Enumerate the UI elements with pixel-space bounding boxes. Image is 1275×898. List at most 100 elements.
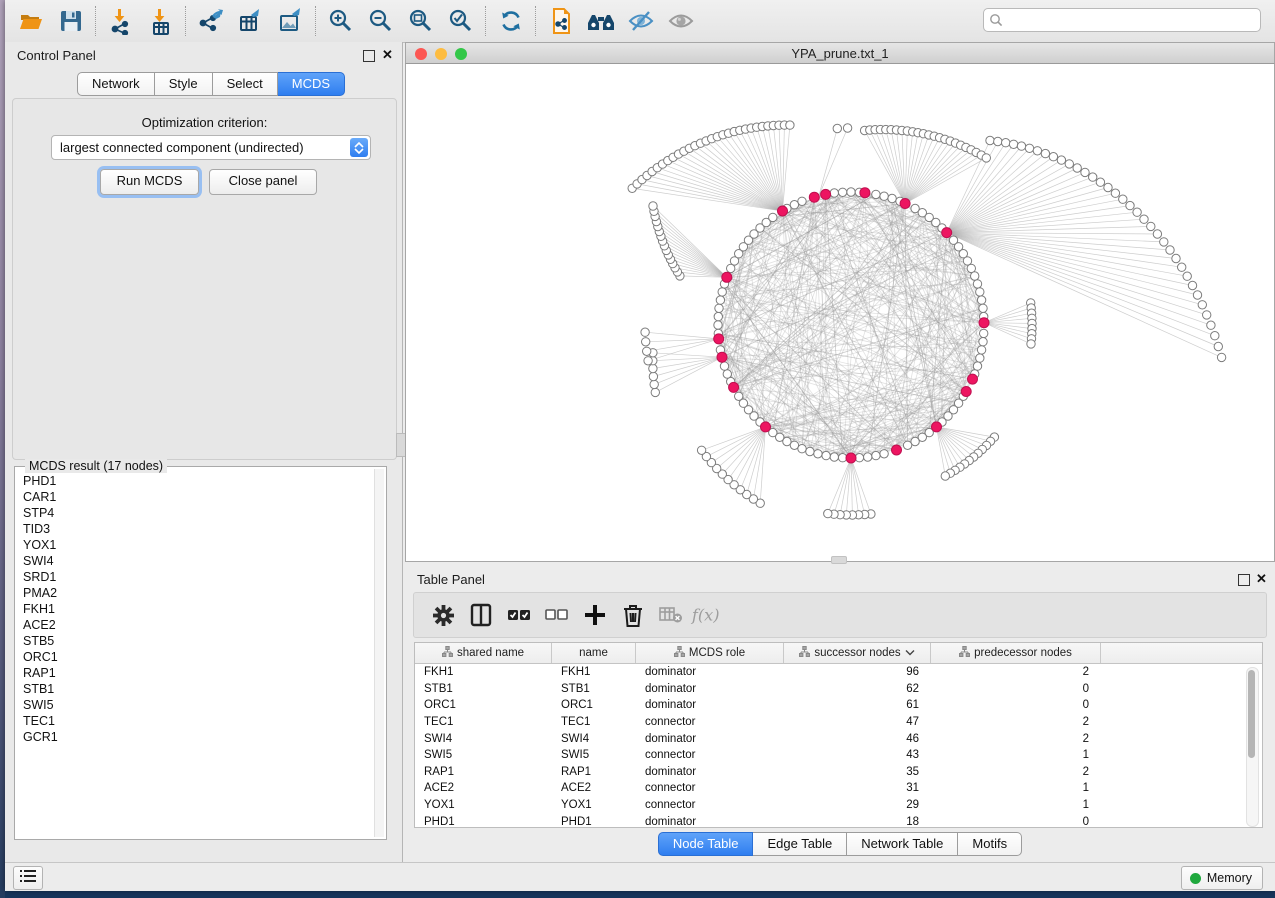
tab-select[interactable]: Select <box>213 72 278 96</box>
column-header-shared-name[interactable]: shared name <box>415 643 552 663</box>
cell-name[interactable]: PHD1 <box>552 816 636 828</box>
column-header-predecessor-nodes[interactable]: predecessor nodes <box>931 643 1101 663</box>
save-session-icon[interactable] <box>51 5 91 37</box>
cell-name[interactable]: RAP1 <box>552 766 636 778</box>
network-window-titlebar[interactable]: YPA_prune.txt_1 <box>405 42 1275 64</box>
cell-predecessor_nodes[interactable]: 0 <box>931 816 1101 828</box>
import-network-icon[interactable] <box>101 5 141 37</box>
search-input[interactable] <box>983 8 1261 32</box>
cell-predecessor_nodes[interactable]: 1 <box>931 782 1101 794</box>
close-panel-button[interactable]: Close panel <box>209 169 317 195</box>
export-network-icon[interactable] <box>191 5 231 37</box>
add-column-icon[interactable] <box>576 598 614 632</box>
delete-column-icon[interactable] <box>614 598 652 632</box>
zoom-in-icon[interactable] <box>321 5 361 37</box>
table-row[interactable]: SWI5SWI5connector431 <box>415 747 1262 764</box>
mcds-result-item[interactable]: PHD1 <box>17 473 374 489</box>
table-tab-network-table[interactable]: Network Table <box>847 832 958 856</box>
cell-successor_nodes[interactable]: 29 <box>784 799 931 811</box>
mcds-result-item[interactable]: ACE2 <box>17 617 374 633</box>
cell-mcds_role[interactable]: connector <box>636 716 784 728</box>
table-row[interactable]: PHD1PHD1dominator180 <box>415 813 1262 830</box>
cell-predecessor_nodes[interactable]: 0 <box>931 699 1101 711</box>
cell-predecessor_nodes[interactable]: 2 <box>931 716 1101 728</box>
column-header-name[interactable]: name <box>552 643 636 663</box>
cell-shared_name[interactable]: ACE2 <box>415 782 552 794</box>
mcds-result-item[interactable]: SWI5 <box>17 697 374 713</box>
table-row[interactable]: ORC1ORC1dominator610 <box>415 697 1262 714</box>
file-network-icon[interactable] <box>541 5 581 37</box>
cell-name[interactable]: ORC1 <box>552 699 636 711</box>
cell-shared_name[interactable]: YOX1 <box>415 799 552 811</box>
column-pane-icon[interactable] <box>462 598 500 632</box>
cell-mcds_role[interactable]: dominator <box>636 733 784 745</box>
cell-predecessor_nodes[interactable]: 1 <box>931 749 1101 761</box>
mcds-result-item[interactable]: STB5 <box>17 633 374 649</box>
table-row[interactable]: RAP1RAP1dominator352 <box>415 764 1262 781</box>
cell-shared_name[interactable]: RAP1 <box>415 766 552 778</box>
cell-successor_nodes[interactable]: 31 <box>784 782 931 794</box>
network-canvas[interactable] <box>405 64 1275 562</box>
cell-successor_nodes[interactable]: 18 <box>784 816 931 828</box>
node-table[interactable]: shared namenameMCDS rolesuccessor nodesp… <box>414 642 1263 828</box>
column-header-MCDS-role[interactable]: MCDS role <box>636 643 784 663</box>
zoom-selected-icon[interactable] <box>441 5 481 37</box>
zoom-out-icon[interactable] <box>361 5 401 37</box>
mcds-result-item[interactable]: ORC1 <box>17 649 374 665</box>
mcds-result-item[interactable]: CAR1 <box>17 489 374 505</box>
cell-shared_name[interactable]: ORC1 <box>415 699 552 711</box>
cell-mcds_role[interactable]: connector <box>636 749 784 761</box>
horizontal-splitter-handle[interactable] <box>831 556 847 564</box>
close-panel-icon[interactable]: ✕ <box>382 47 393 63</box>
mcds-result-item[interactable]: FKH1 <box>17 601 374 617</box>
cell-shared_name[interactable]: PHD1 <box>415 816 552 828</box>
table-tab-motifs[interactable]: Motifs <box>958 832 1022 856</box>
cell-successor_nodes[interactable]: 35 <box>784 766 931 778</box>
cell-predecessor_nodes[interactable]: 2 <box>931 733 1101 745</box>
cell-shared_name[interactable]: STB1 <box>415 683 552 695</box>
cell-predecessor_nodes[interactable]: 0 <box>931 683 1101 695</box>
import-table-icon[interactable] <box>141 5 181 37</box>
mcds-result-item[interactable]: YOX1 <box>17 537 374 553</box>
table-scrollbar-thumb[interactable] <box>1248 670 1255 758</box>
optimization-criterion-select[interactable]: largest connected component (undirected) <box>51 135 371 160</box>
memory-button[interactable]: Memory <box>1181 866 1263 890</box>
tab-mcds[interactable]: MCDS <box>278 72 345 96</box>
cell-mcds_role[interactable]: dominator <box>636 816 784 828</box>
cell-mcds_role[interactable]: dominator <box>636 766 784 778</box>
cell-name[interactable]: TEC1 <box>552 716 636 728</box>
cell-shared_name[interactable]: TEC1 <box>415 716 552 728</box>
mcds-result-item[interactable]: PMA2 <box>17 585 374 601</box>
table-row[interactable]: ACE2ACE2connector311 <box>415 780 1262 797</box>
cell-name[interactable]: FKH1 <box>552 666 636 678</box>
cell-name[interactable]: SWI5 <box>552 749 636 761</box>
table-tab-node-table[interactable]: Node Table <box>658 832 754 856</box>
cell-name[interactable]: SWI4 <box>552 733 636 745</box>
open-session-icon[interactable] <box>11 5 51 37</box>
mcds-result-item[interactable]: RAP1 <box>17 665 374 681</box>
table-row[interactable]: STB1STB1dominator620 <box>415 681 1262 698</box>
cell-shared_name[interactable]: SWI5 <box>415 749 552 761</box>
mcds-result-item[interactable]: SWI4 <box>17 553 374 569</box>
table-row[interactable]: TEC1TEC1connector472 <box>415 714 1262 731</box>
mcds-result-item[interactable]: TID3 <box>17 521 374 537</box>
cell-successor_nodes[interactable]: 61 <box>784 699 931 711</box>
export-image-icon[interactable] <box>271 5 311 37</box>
close-table-panel-icon[interactable]: ✕ <box>1256 571 1267 587</box>
cell-name[interactable]: ACE2 <box>552 782 636 794</box>
cell-mcds_role[interactable]: dominator <box>636 699 784 711</box>
cell-mcds_role[interactable]: connector <box>636 782 784 794</box>
mcds-list-scrollbar[interactable] <box>374 469 384 837</box>
table-tab-edge-table[interactable]: Edge Table <box>753 832 847 856</box>
cell-successor_nodes[interactable]: 46 <box>784 733 931 745</box>
cell-predecessor_nodes[interactable]: 1 <box>931 799 1101 811</box>
mcds-result-list[interactable]: PHD1CAR1STP4TID3YOX1SWI4SRD1PMA2FKH1ACE2… <box>17 473 374 837</box>
cell-successor_nodes[interactable]: 43 <box>784 749 931 761</box>
task-history-button[interactable] <box>13 866 43 890</box>
table-row[interactable]: SWI4SWI4dominator462 <box>415 730 1262 747</box>
cell-mcds_role[interactable]: dominator <box>636 683 784 695</box>
float-table-panel-icon[interactable] <box>1238 574 1250 586</box>
cell-successor_nodes[interactable]: 62 <box>784 683 931 695</box>
mcds-result-item[interactable]: TEC1 <box>17 713 374 729</box>
refresh-layout-icon[interactable] <box>491 5 531 37</box>
